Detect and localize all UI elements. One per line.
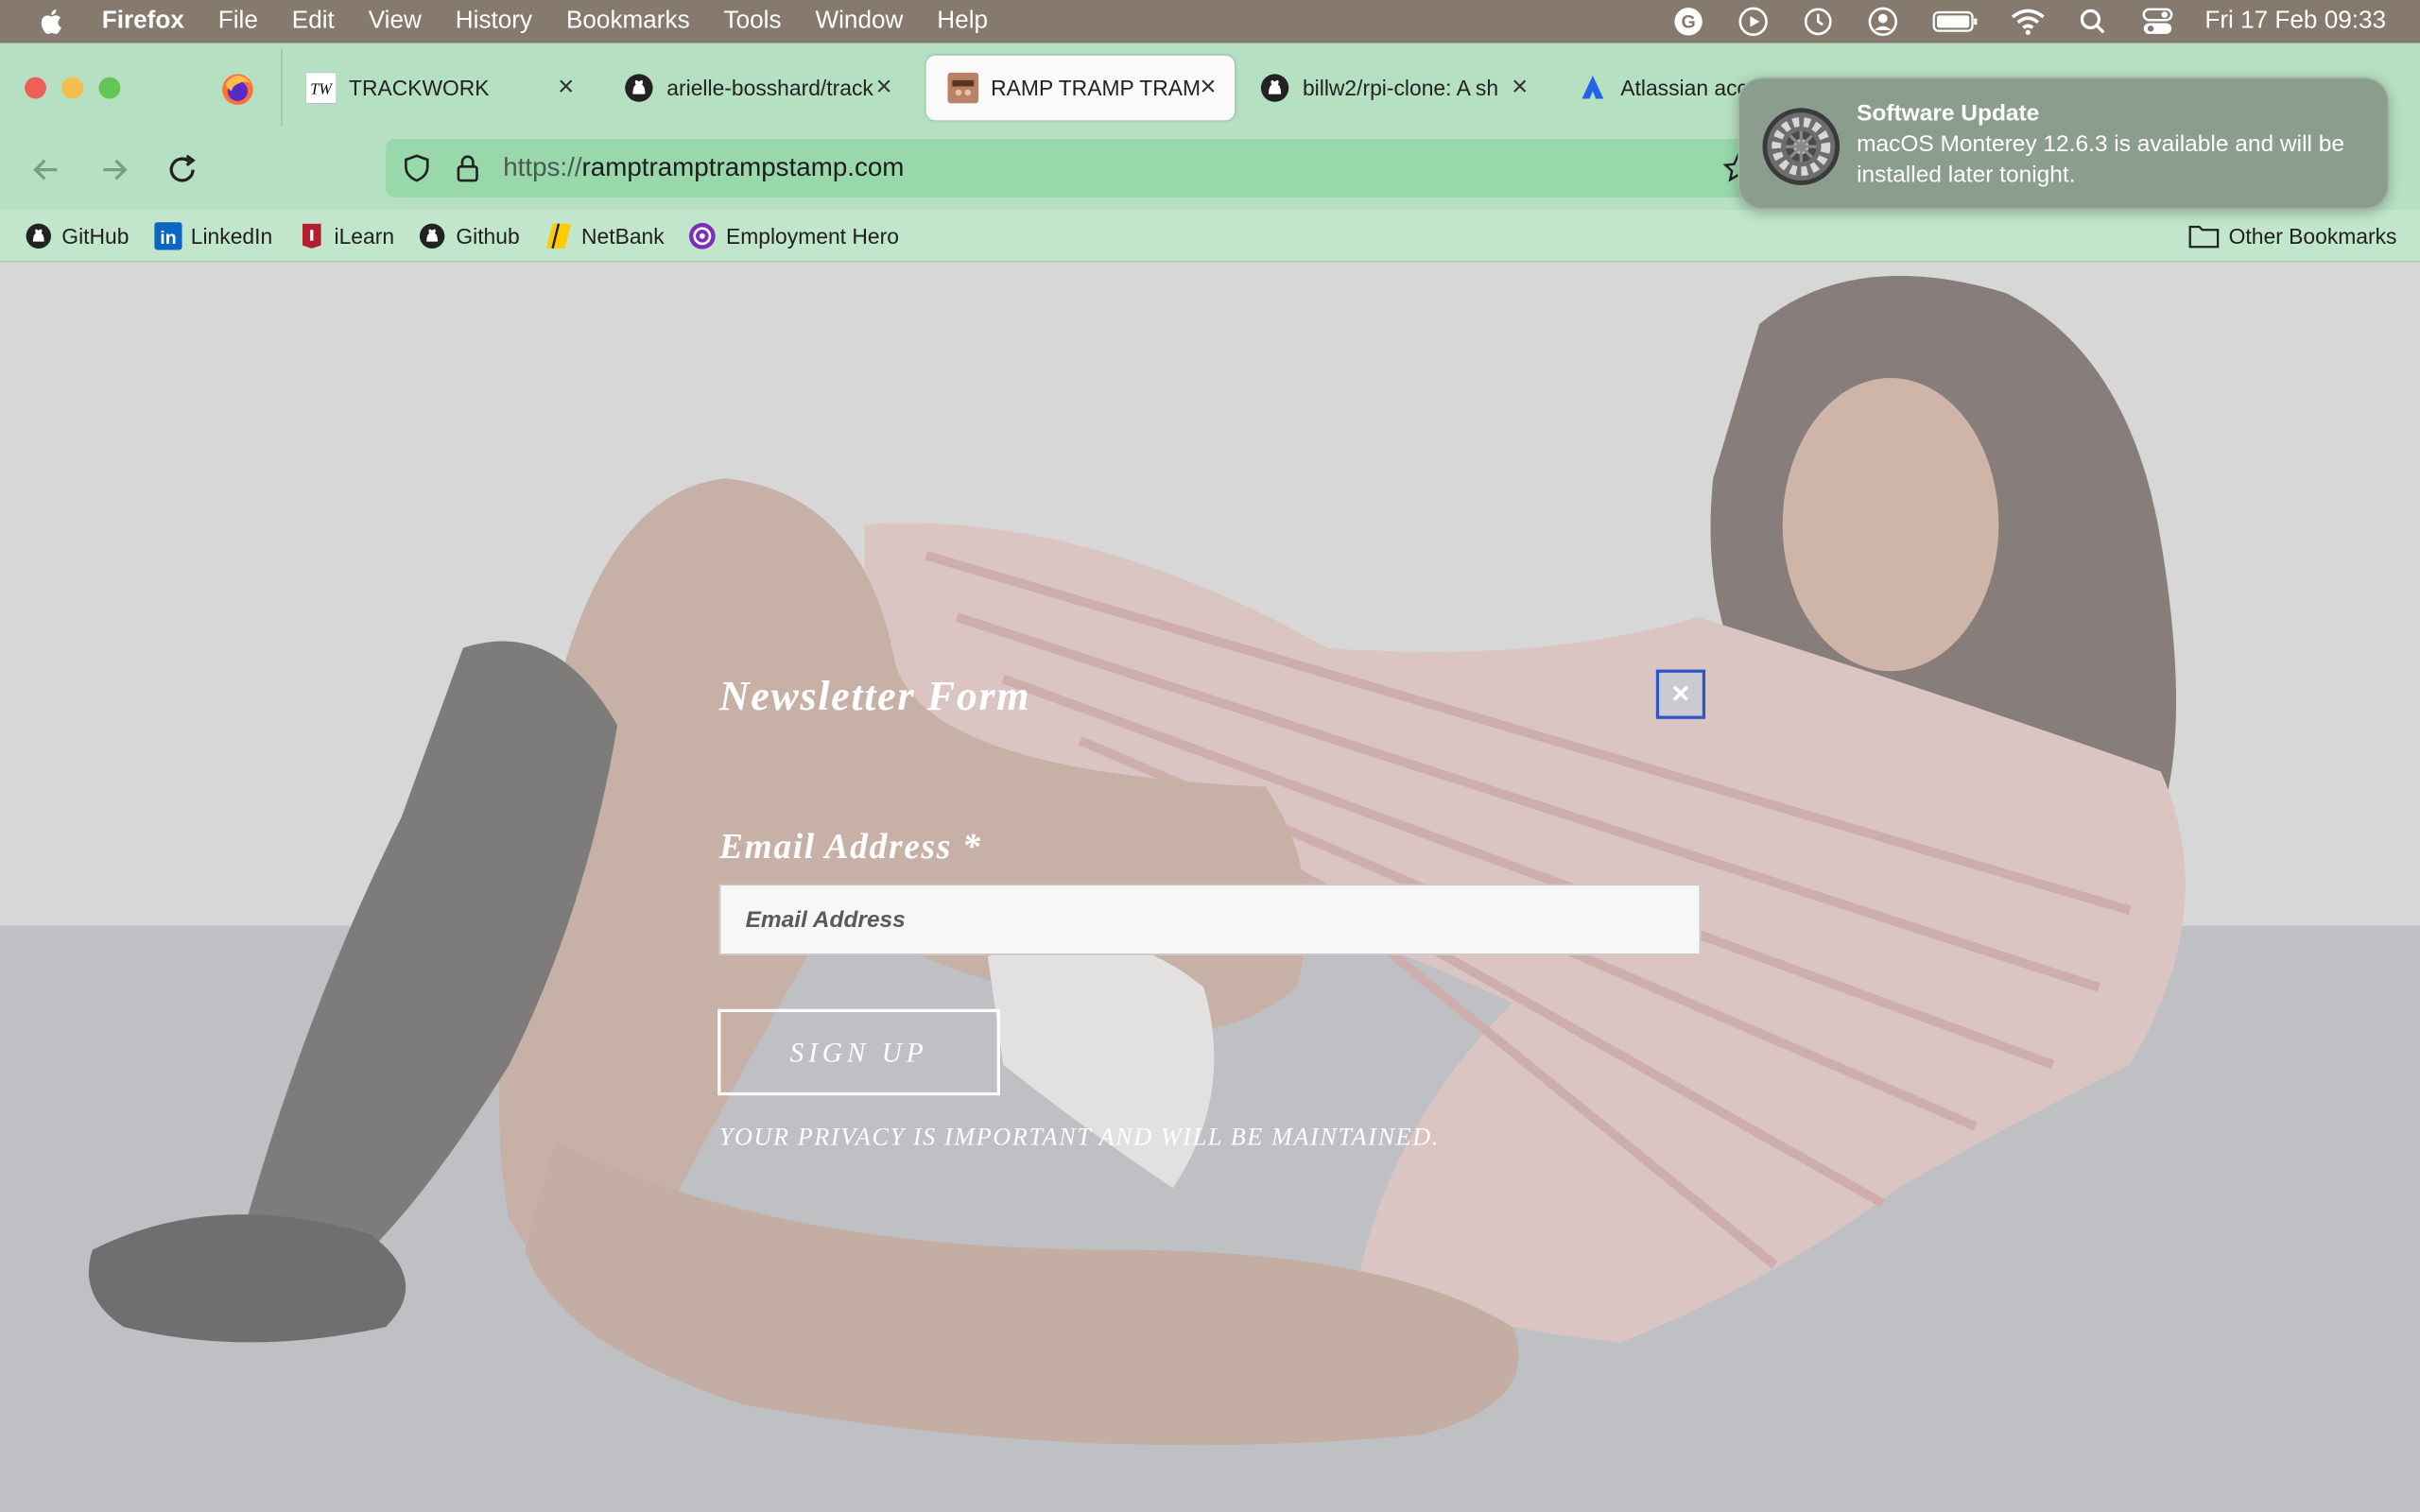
other-bookmarks-label: Other Bookmarks bbox=[2228, 223, 2397, 249]
tab-title: Atlassian acc bbox=[1620, 75, 1748, 101]
system-preferences-gear-icon bbox=[1762, 108, 1841, 185]
status-area: G Fri 17 Feb 09:33 bbox=[1640, 0, 2386, 43]
tab-close-icon[interactable]: × bbox=[558, 71, 574, 102]
battery-icon[interactable] bbox=[1930, 5, 1979, 39]
menu-view[interactable]: View bbox=[369, 8, 422, 35]
folder-icon bbox=[2188, 224, 2220, 249]
bookmark-netbank[interactable]: NetBank bbox=[544, 221, 665, 249]
time-machine-icon[interactable] bbox=[1801, 5, 1835, 39]
github-icon bbox=[419, 221, 446, 249]
bookmark-label: iLearn bbox=[334, 222, 395, 249]
bookmark-linkedin[interactable]: in LinkedIn bbox=[153, 221, 273, 249]
web-page: Newsletter Form × Email Address * SIGN U… bbox=[0, 262, 2420, 1512]
address-bar[interactable]: https://ramptramptrampstamp.com bbox=[386, 138, 1775, 198]
tab-ramp-tramp[interactable]: RAMP TRAMP TRAMP × bbox=[925, 55, 1236, 121]
other-bookmarks[interactable]: Other Bookmarks bbox=[2188, 210, 2397, 263]
menu-app-name[interactable]: Firefox bbox=[102, 8, 184, 35]
tab-title: RAMP TRAMP TRAMP bbox=[991, 75, 1201, 101]
bookmark-label: NetBank bbox=[580, 222, 665, 249]
bookmark-label: Employment Hero bbox=[725, 222, 899, 249]
menu-bar: Firefox File Edit View History Bookmarks… bbox=[0, 0, 2420, 43]
bookmarks-toolbar: GitHub in LinkedIn iLearn Github NetBank… bbox=[0, 210, 2420, 263]
tab-atlassian[interactable]: Atlassian acc bbox=[1556, 56, 1756, 121]
reload-button[interactable] bbox=[164, 151, 200, 188]
fullscreen-window-button[interactable] bbox=[98, 77, 121, 99]
tab-arielle-bosshard[interactable]: arielle-bosshard/track × bbox=[602, 56, 911, 121]
sign-up-button[interactable]: SIGN UP bbox=[717, 1008, 1000, 1096]
lock-icon[interactable] bbox=[454, 153, 481, 184]
bookmark-label: LinkedIn bbox=[190, 222, 273, 249]
email-address-label: Email Address * bbox=[718, 827, 982, 866]
minimize-window-button[interactable] bbox=[61, 77, 84, 99]
svg-text:in: in bbox=[160, 227, 176, 248]
trackwork-favicon: TW bbox=[305, 72, 337, 104]
menu-history[interactable]: History bbox=[456, 8, 532, 35]
bookmark-employment-hero[interactable]: Employment Hero bbox=[689, 221, 899, 249]
ramp-favicon bbox=[947, 72, 979, 104]
grammarly-icon[interactable]: G bbox=[1670, 5, 1704, 39]
notification-body: macOS Monterey 12.6.3 is available and w… bbox=[1857, 130, 2344, 189]
tab-title: arielle-bosshard/track bbox=[666, 75, 873, 101]
apple-icon[interactable] bbox=[37, 7, 68, 38]
tracking-protection-icon[interactable] bbox=[401, 153, 432, 184]
play-icon[interactable] bbox=[1736, 5, 1770, 39]
privacy-notice: YOUR PRIVACY IS IMPORTANT AND WILL BE MA… bbox=[718, 1125, 1440, 1151]
employment-hero-icon bbox=[689, 221, 717, 249]
forward-button[interactable] bbox=[95, 151, 132, 188]
notification-title: Software Update bbox=[1857, 100, 2040, 127]
bookmark-label: GitHub bbox=[61, 222, 130, 249]
github-icon bbox=[25, 221, 52, 249]
bookmark-github-2[interactable]: Github bbox=[419, 221, 520, 249]
svg-text:G: G bbox=[1681, 11, 1695, 32]
tab-separator bbox=[281, 49, 283, 127]
bookmark-github[interactable]: GitHub bbox=[25, 221, 129, 249]
modal-close-button[interactable]: × bbox=[1655, 669, 1706, 719]
tab-billw2-rpi-clone[interactable]: billw2/rpi-clone: A sh × bbox=[1237, 56, 1547, 121]
url-text[interactable]: https://ramptramptrampstamp.com bbox=[503, 153, 904, 184]
linkedin-icon: in bbox=[153, 221, 182, 249]
firefox-view-icon[interactable] bbox=[220, 73, 254, 107]
svg-text:TW: TW bbox=[310, 80, 333, 98]
user-icon[interactable] bbox=[1865, 5, 1899, 39]
close-window-button[interactable] bbox=[25, 77, 46, 99]
menu-file[interactable]: File bbox=[218, 8, 258, 35]
bookmark-label: Github bbox=[456, 222, 520, 249]
tab-close-icon[interactable]: × bbox=[1200, 71, 1216, 102]
software-update-notification[interactable]: Software Update macOS Monterey 12.6.3 is… bbox=[1737, 77, 2390, 211]
tab-title: billw2/rpi-clone: A sh bbox=[1302, 75, 1499, 101]
browser-window: TW TRACKWORK × arielle-bosshard/track × … bbox=[0, 43, 2420, 1512]
url-host: ramptramptrampstamp.com bbox=[581, 152, 905, 182]
menu-edit[interactable]: Edit bbox=[292, 8, 335, 35]
control-center-icon[interactable] bbox=[2140, 5, 2174, 39]
tab-title: TRACKWORK bbox=[348, 75, 490, 101]
tab-close-icon[interactable]: × bbox=[1512, 71, 1528, 102]
tab-close-icon[interactable]: × bbox=[876, 71, 892, 102]
menu-help[interactable]: Help bbox=[937, 8, 988, 35]
menu-window[interactable]: Window bbox=[815, 8, 903, 35]
newsletter-form-title: Newsletter Form bbox=[718, 672, 1031, 719]
menu-tools[interactable]: Tools bbox=[724, 8, 782, 35]
url-protocol: https:// bbox=[503, 152, 582, 182]
back-button[interactable] bbox=[27, 151, 64, 188]
menu-bookmarks[interactable]: Bookmarks bbox=[566, 8, 690, 35]
spotlight-search-icon[interactable] bbox=[2075, 5, 2109, 39]
tab-trackwork[interactable]: TW TRACKWORK × bbox=[284, 56, 593, 121]
github-icon bbox=[624, 73, 655, 104]
netbank-icon bbox=[544, 221, 572, 249]
wifi-icon[interactable] bbox=[2011, 5, 2045, 39]
atlassian-icon bbox=[1578, 73, 1609, 104]
ilearn-icon bbox=[297, 221, 324, 249]
github-icon bbox=[1259, 73, 1290, 104]
menubar-clock[interactable]: Fri 17 Feb 09:33 bbox=[2204, 8, 2386, 35]
bookmark-ilearn[interactable]: iLearn bbox=[297, 221, 394, 249]
email-input[interactable] bbox=[718, 884, 1702, 955]
